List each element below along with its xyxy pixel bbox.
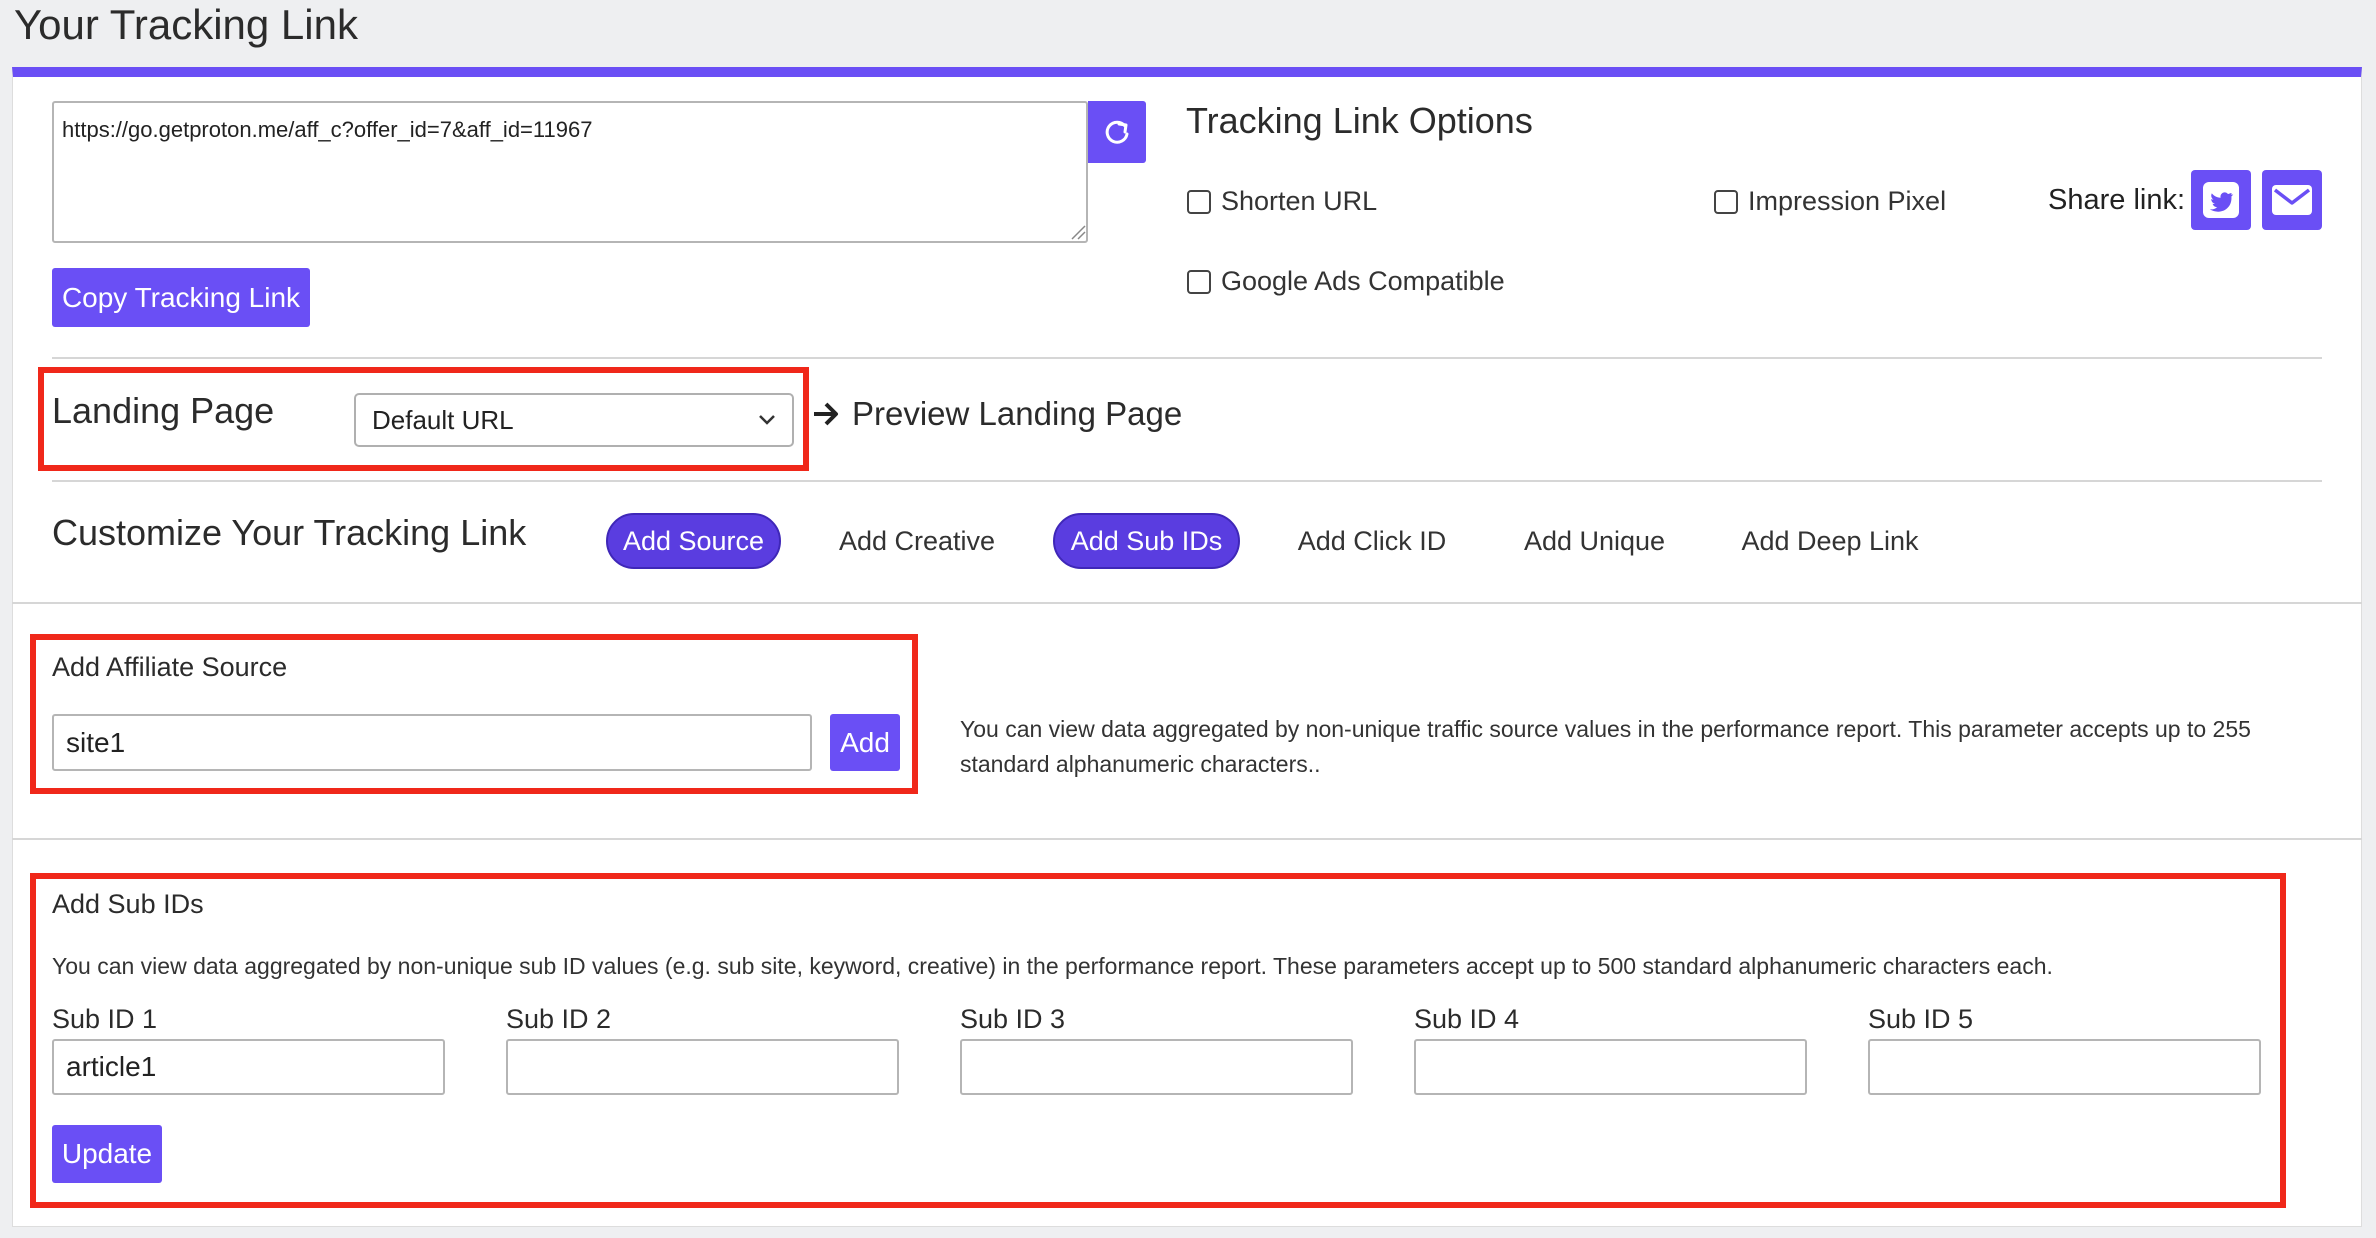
tab-add-unique[interactable]: Add Unique: [1512, 513, 1677, 569]
shorten-url-option[interactable]: Shorten URL: [1187, 186, 1377, 217]
envelope-icon: [2272, 185, 2312, 215]
resize-grip-icon[interactable]: [1070, 224, 1086, 240]
google-ads-label: Google Ads Compatible: [1221, 266, 1505, 296]
tab-add-creative[interactable]: Add Creative: [824, 513, 1010, 569]
divider: [52, 357, 2322, 359]
tab-add-sub-ids[interactable]: Add Sub IDs: [1053, 513, 1240, 569]
sub-id-4-input[interactable]: [1414, 1039, 1807, 1095]
impression-pixel-option[interactable]: Impression Pixel: [1714, 186, 1946, 217]
sub-id-4-label: Sub ID 4: [1414, 1004, 1520, 1034]
share-twitter-button[interactable]: [2191, 170, 2251, 230]
divider: [12, 838, 2362, 840]
impression-pixel-label: Impression Pixel: [1748, 186, 1947, 216]
affiliate-source-help-line2: standard alphanumeric characters..: [960, 751, 1321, 777]
share-email-button[interactable]: [2262, 170, 2322, 230]
divider: [52, 480, 2322, 482]
preview-landing-page-label: Preview Landing Page: [852, 395, 1183, 432]
add-source-button[interactable]: Add: [830, 714, 900, 771]
affiliate-source-title: Add Affiliate Source: [52, 652, 288, 682]
affiliate-source-help-line1: You can view data aggregated by non-uniq…: [960, 716, 2251, 742]
tracking-link-textarea[interactable]: https://go.getproton.me/aff_c?offer_id=7…: [52, 101, 1088, 243]
update-button[interactable]: Update: [52, 1125, 162, 1183]
tab-add-click-id[interactable]: Add Click ID: [1286, 513, 1458, 569]
sub-id-2-label: Sub ID 2: [506, 1004, 612, 1034]
divider: [12, 602, 2362, 604]
refresh-icon: [1105, 120, 1129, 144]
affiliate-source-input[interactable]: site1: [52, 714, 812, 771]
sub-id-1-input[interactable]: article1: [52, 1039, 445, 1095]
shorten-url-label: Shorten URL: [1221, 186, 1378, 216]
sub-ids-title: Add Sub IDs: [52, 889, 204, 919]
sub-id-3-label: Sub ID 3: [960, 1004, 1066, 1034]
page-title: Your Tracking Link: [14, 1, 358, 48]
sub-id-3-input[interactable]: [960, 1039, 1353, 1095]
shorten-url-checkbox[interactable]: [1187, 189, 1211, 214]
tab-add-source[interactable]: Add Source: [606, 513, 781, 569]
google-ads-checkbox[interactable]: [1187, 269, 1211, 294]
refresh-link-button[interactable]: [1088, 101, 1146, 163]
sub-ids-help: You can view data aggregated by non-uniq…: [52, 953, 2053, 979]
landing-page-selected-value: Default URL: [372, 404, 514, 435]
copy-tracking-link-button[interactable]: Copy Tracking Link: [52, 268, 310, 327]
sub-id-1-label: Sub ID 1: [52, 1004, 158, 1034]
arrow-right-icon: [814, 402, 838, 426]
chevron-down-icon: [759, 415, 775, 425]
sub-id-5-label: Sub ID 5: [1868, 1004, 1974, 1034]
twitter-icon: [2203, 182, 2239, 218]
share-link-label: Share link:: [2048, 184, 2186, 216]
sub-id-5-input[interactable]: [1868, 1039, 2261, 1095]
landing-page-select[interactable]: Default URL: [354, 393, 794, 447]
landing-page-label: Landing Page: [52, 390, 275, 431]
affiliate-source-help: You can view data aggregated by non-uniq…: [960, 712, 2251, 782]
tracking-link-options-title: Tracking Link Options: [1186, 100, 1533, 141]
impression-pixel-checkbox[interactable]: [1714, 189, 1738, 214]
tab-add-deep-link[interactable]: Add Deep Link: [1735, 513, 1925, 569]
customize-title: Customize Your Tracking Link: [52, 512, 527, 553]
preview-landing-page-link[interactable]: Preview Landing Page: [812, 395, 1182, 433]
google-ads-option[interactable]: Google Ads Compatible: [1187, 266, 1505, 297]
sub-id-2-input[interactable]: [506, 1039, 899, 1095]
